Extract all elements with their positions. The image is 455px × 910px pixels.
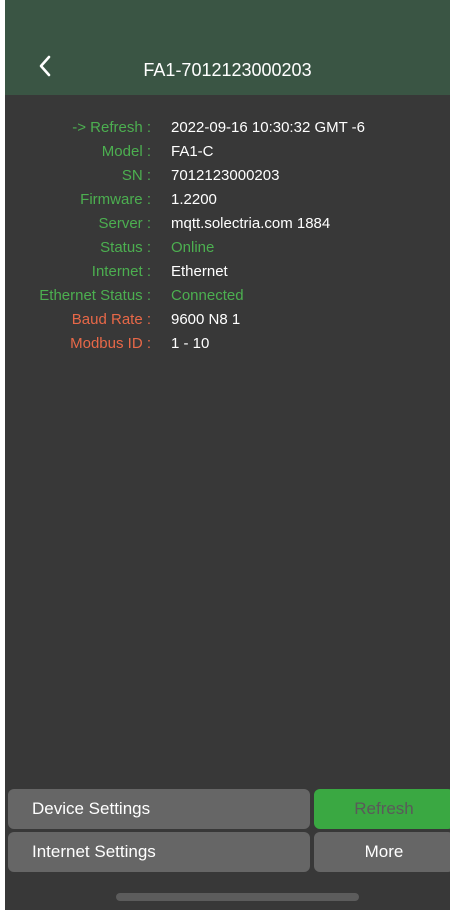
model-value: FA1-C: [171, 143, 214, 160]
home-indicator[interactable]: [116, 893, 359, 901]
status-value: Online: [171, 239, 215, 256]
modbus-id-value: 1 - 10: [171, 335, 210, 352]
more-button[interactable]: More: [314, 832, 450, 872]
server-value: mqtt.solectria.com 1884: [171, 215, 331, 232]
server-label: Server :: [98, 215, 151, 232]
baud-rate-label: Baud Rate :: [71, 311, 151, 328]
ethernet-status-label: Ethernet Status :: [39, 287, 151, 304]
info-row-sn: SN : 7012123000203: [5, 164, 450, 188]
info-row-firmware: Firmware : 1.2200: [5, 188, 450, 212]
info-row-internet: Internet : Ethernet: [5, 260, 450, 284]
device-info-list: -> Refresh : 2022-09-16 10:30:32 GMT -6 …: [5, 116, 450, 356]
info-row-ethernet-status: Ethernet Status : Connected: [5, 284, 450, 308]
header-bar: FA1-7012123000203: [5, 0, 450, 95]
info-row-baud-rate: Baud Rate : 9600 N8 1: [5, 308, 450, 332]
firmware-value: 1.2200: [171, 191, 217, 208]
info-row-modbus-id: Modbus ID : 1 - 10: [5, 332, 450, 356]
status-label: Status :: [100, 239, 151, 256]
info-row-server: Server : mqtt.solectria.com 1884: [5, 212, 450, 236]
firmware-label: Firmware :: [80, 191, 151, 208]
ethernet-status-value: Connected: [171, 287, 244, 304]
page-title: FA1-7012123000203: [143, 60, 312, 80]
sn-value: 7012123000203: [171, 167, 280, 184]
device-settings-button[interactable]: Device Settings: [8, 789, 310, 829]
refresh-button[interactable]: Refresh: [314, 789, 450, 829]
baud-rate-value: 9600 N8 1: [171, 311, 241, 328]
info-row-status: Status : Online: [5, 236, 450, 260]
model-label: Model :: [101, 143, 151, 160]
sn-label: SN :: [121, 167, 151, 184]
refresh-label[interactable]: -> Refresh :: [5, 116, 151, 140]
modbus-id-label: Modbus ID :: [70, 335, 151, 352]
refresh-value: 2022-09-16 10:30:32 GMT -6: [171, 119, 366, 136]
info-row-model: Model : FA1-C: [5, 140, 450, 164]
device-detail-screen: FA1-7012123000203 -> Refresh : 2022-09-1…: [0, 0, 455, 910]
internet-label: Internet :: [91, 263, 151, 280]
internet-settings-button[interactable]: Internet Settings: [8, 832, 310, 872]
internet-value: Ethernet: [171, 263, 228, 280]
info-row-refresh[interactable]: -> Refresh : 2022-09-16 10:30:32 GMT -6: [5, 116, 450, 140]
